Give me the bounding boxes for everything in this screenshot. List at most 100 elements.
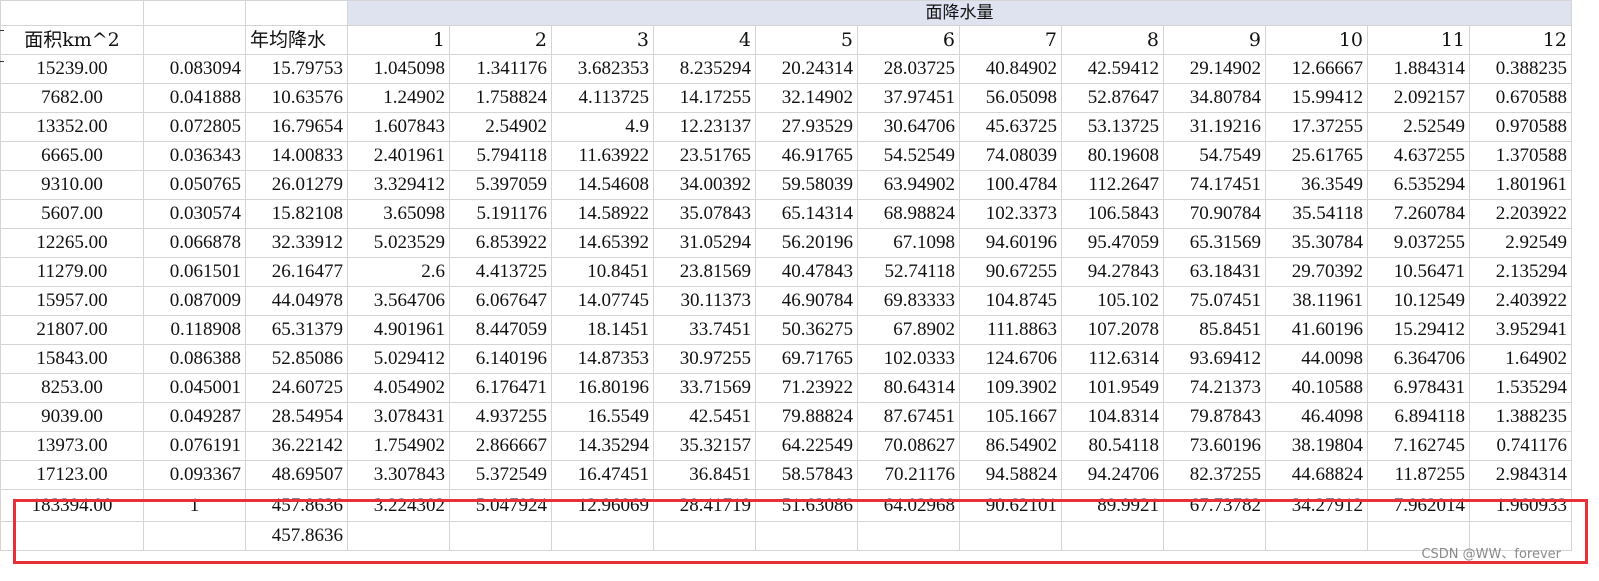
total-cell[interactable]: 67.73782 bbox=[1163, 489, 1266, 522]
data-cell[interactable]: 2.092157 bbox=[1367, 83, 1470, 113]
header-cell[interactable]: 6 bbox=[857, 25, 960, 55]
data-cell[interactable]: 2.92549 bbox=[1469, 228, 1572, 258]
cell[interactable] bbox=[857, 521, 960, 551]
data-cell[interactable]: 3.952941 bbox=[1469, 315, 1572, 345]
data-cell[interactable]: 10.56471 bbox=[1367, 257, 1470, 287]
data-cell[interactable]: 30.11373 bbox=[653, 286, 756, 316]
data-cell[interactable]: 20.24314 bbox=[755, 54, 858, 84]
data-cell[interactable]: 46.90784 bbox=[755, 286, 858, 316]
data-cell[interactable]: 100.4784 bbox=[959, 170, 1062, 200]
data-cell[interactable]: 21807.00 bbox=[0, 315, 144, 345]
header-cell[interactable]: 5 bbox=[755, 25, 858, 55]
data-cell[interactable]: 95.47059 bbox=[1061, 228, 1164, 258]
data-cell[interactable]: 82.37255 bbox=[1163, 460, 1266, 490]
data-cell[interactable]: 1.341176 bbox=[449, 54, 552, 84]
data-cell[interactable]: 7.260784 bbox=[1367, 199, 1470, 229]
data-cell[interactable]: 52.85086 bbox=[245, 344, 348, 374]
data-cell[interactable]: 65.14314 bbox=[755, 199, 858, 229]
data-cell[interactable]: 58.57843 bbox=[755, 460, 858, 490]
data-cell[interactable]: 14.00833 bbox=[245, 141, 348, 171]
data-cell[interactable]: 15843.00 bbox=[0, 344, 144, 374]
data-cell[interactable]: 6.978431 bbox=[1367, 373, 1470, 403]
data-cell[interactable]: 35.07843 bbox=[653, 199, 756, 229]
data-cell[interactable]: 44.68824 bbox=[1265, 460, 1368, 490]
total-cell[interactable]: 90.62101 bbox=[959, 489, 1062, 522]
header-cell[interactable]: 年均降水 bbox=[245, 25, 348, 55]
data-cell[interactable]: 67.1098 bbox=[857, 228, 960, 258]
data-cell[interactable]: 9310.00 bbox=[0, 170, 144, 200]
data-cell[interactable]: 10.63576 bbox=[245, 83, 348, 113]
data-cell[interactable]: 0.076191 bbox=[143, 431, 246, 461]
data-cell[interactable]: 102.3373 bbox=[959, 199, 1062, 229]
data-cell[interactable]: 14.35294 bbox=[551, 431, 654, 461]
total-cell[interactable]: 457.8636 bbox=[245, 489, 348, 522]
data-cell[interactable]: 4.113725 bbox=[551, 83, 654, 113]
data-cell[interactable]: 3.329412 bbox=[347, 170, 450, 200]
data-cell[interactable]: 46.91765 bbox=[755, 141, 858, 171]
data-cell[interactable]: 41.60196 bbox=[1265, 315, 1368, 345]
data-cell[interactable]: 0.741176 bbox=[1469, 431, 1572, 461]
data-cell[interactable]: 5.191176 bbox=[449, 199, 552, 229]
data-cell[interactable]: 14.54608 bbox=[551, 170, 654, 200]
data-cell[interactable]: 75.07451 bbox=[1163, 286, 1266, 316]
data-cell[interactable]: 12.66667 bbox=[1265, 54, 1368, 84]
total-cell[interactable]: 34.27912 bbox=[1265, 489, 1368, 522]
data-cell[interactable]: 27.93529 bbox=[755, 112, 858, 142]
data-cell[interactable]: 7.162745 bbox=[1367, 431, 1470, 461]
data-cell[interactable]: 44.0098 bbox=[1265, 344, 1368, 374]
data-cell[interactable]: 16.79654 bbox=[245, 112, 348, 142]
data-cell[interactable]: 93.69412 bbox=[1163, 344, 1266, 374]
data-cell[interactable]: 94.27843 bbox=[1061, 257, 1164, 287]
header-cell[interactable]: 9 bbox=[1163, 25, 1266, 55]
data-cell[interactable]: 48.69507 bbox=[245, 460, 348, 490]
data-cell[interactable]: 2.135294 bbox=[1469, 257, 1572, 287]
data-cell[interactable]: 6.894118 bbox=[1367, 402, 1470, 432]
data-cell[interactable]: 13352.00 bbox=[0, 112, 144, 142]
total-cell[interactable]: 1.960933 bbox=[1469, 489, 1572, 522]
data-cell[interactable]: 101.9549 bbox=[1061, 373, 1164, 403]
data-cell[interactable]: 5607.00 bbox=[0, 199, 144, 229]
data-cell[interactable]: 35.54118 bbox=[1265, 199, 1368, 229]
data-cell[interactable]: 33.71569 bbox=[653, 373, 756, 403]
data-cell[interactable]: 68.98824 bbox=[857, 199, 960, 229]
data-cell[interactable]: 4.901961 bbox=[347, 315, 450, 345]
data-cell[interactable]: 15.29412 bbox=[1367, 315, 1470, 345]
total-cell[interactable]: 64.02968 bbox=[857, 489, 960, 522]
data-cell[interactable]: 5.023529 bbox=[347, 228, 450, 258]
data-cell[interactable]: 104.8745 bbox=[959, 286, 1062, 316]
data-cell[interactable]: 4.937255 bbox=[449, 402, 552, 432]
cell[interactable] bbox=[143, 0, 246, 26]
header-cell[interactable]: 12 bbox=[1469, 25, 1572, 55]
total-cell[interactable]: 1 bbox=[143, 489, 246, 522]
data-cell[interactable]: 94.60196 bbox=[959, 228, 1062, 258]
data-cell[interactable]: 15957.00 bbox=[0, 286, 144, 316]
data-cell[interactable]: 2.866667 bbox=[449, 431, 552, 461]
data-cell[interactable]: 31.19216 bbox=[1163, 112, 1266, 142]
data-cell[interactable]: 25.61765 bbox=[1265, 141, 1368, 171]
data-cell[interactable]: 11.63922 bbox=[551, 141, 654, 171]
data-cell[interactable]: 5.794118 bbox=[449, 141, 552, 171]
header-cell[interactable]: 面积km^2 bbox=[0, 25, 144, 55]
data-cell[interactable]: 30.64706 bbox=[857, 112, 960, 142]
data-cell[interactable]: 40.10588 bbox=[1265, 373, 1368, 403]
data-cell[interactable]: 3.682353 bbox=[551, 54, 654, 84]
data-cell[interactable]: 112.2647 bbox=[1061, 170, 1164, 200]
data-cell[interactable]: 45.63725 bbox=[959, 112, 1062, 142]
data-cell[interactable]: 7682.00 bbox=[0, 83, 144, 113]
data-cell[interactable]: 14.65392 bbox=[551, 228, 654, 258]
data-cell[interactable]: 69.71765 bbox=[755, 344, 858, 374]
data-cell[interactable]: 29.70392 bbox=[1265, 257, 1368, 287]
data-cell[interactable]: 0.093367 bbox=[143, 460, 246, 490]
data-cell[interactable]: 2.403922 bbox=[1469, 286, 1572, 316]
cell[interactable] bbox=[143, 521, 246, 551]
data-cell[interactable]: 54.7549 bbox=[1163, 141, 1266, 171]
data-cell[interactable]: 2.401961 bbox=[347, 141, 450, 171]
data-cell[interactable]: 14.58922 bbox=[551, 199, 654, 229]
group-header-cell[interactable]: 面降水量 bbox=[347, 0, 1572, 26]
data-cell[interactable]: 46.4098 bbox=[1265, 402, 1368, 432]
data-cell[interactable]: 35.32157 bbox=[653, 431, 756, 461]
data-cell[interactable]: 32.33912 bbox=[245, 228, 348, 258]
data-cell[interactable]: 0.072805 bbox=[143, 112, 246, 142]
data-cell[interactable]: 105.102 bbox=[1061, 286, 1164, 316]
header-cell[interactable]: 11 bbox=[1367, 25, 1470, 55]
